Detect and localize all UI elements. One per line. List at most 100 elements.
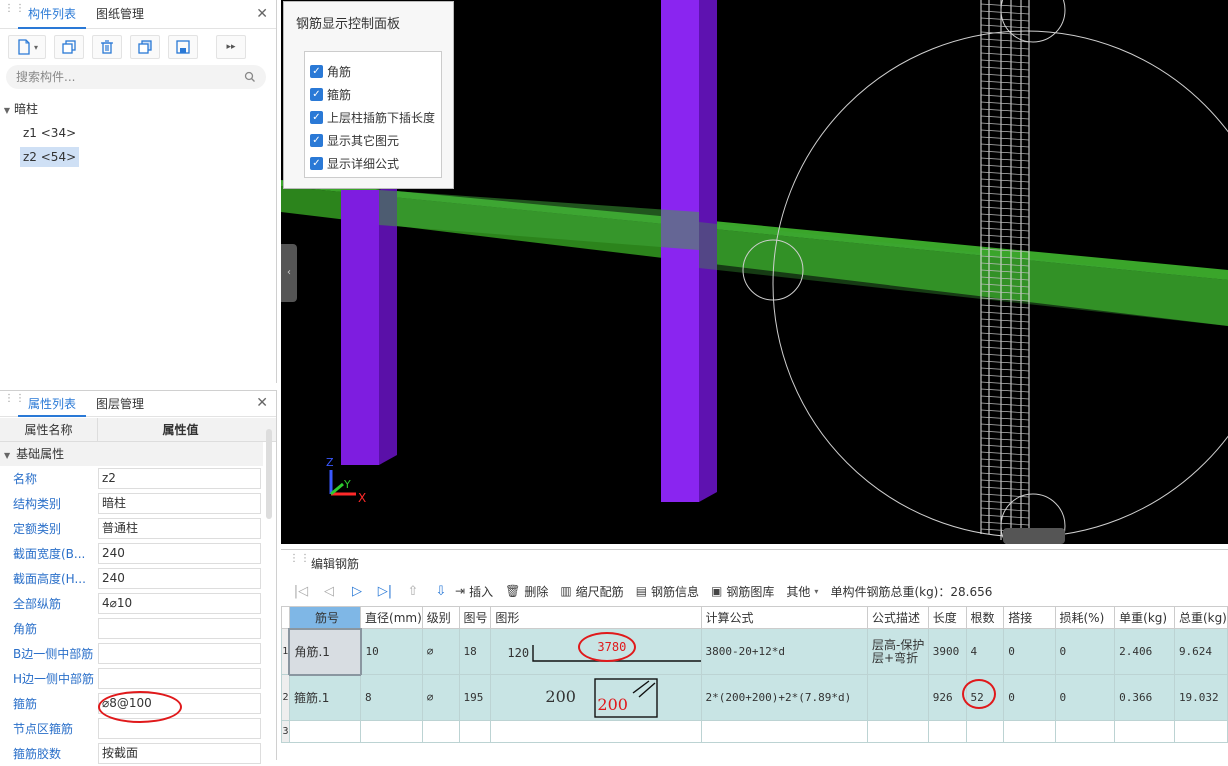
table-cell-desc[interactable] bbox=[867, 720, 929, 743]
tab-component-list[interactable]: 构件列表 bbox=[18, 0, 87, 29]
first-icon[interactable]: |◁ bbox=[287, 584, 315, 599]
property-value-field[interactable]: 4⌀10 bbox=[98, 593, 261, 614]
tab-property-list[interactable]: 属性列表 bbox=[18, 391, 87, 417]
new-component-button[interactable]: ▾ bbox=[8, 35, 46, 59]
table-cell-shape[interactable]: 200 200 bbox=[490, 674, 702, 721]
column-header[interactable]: 单重(kg) bbox=[1114, 606, 1175, 629]
close-icon[interactable]: ✕ bbox=[256, 6, 268, 22]
checkbox-checked-icon[interactable]: ✓ bbox=[310, 157, 323, 170]
rebar-info-button[interactable]: ▤ 钢筋信息 bbox=[636, 583, 699, 600]
property-value-field[interactable] bbox=[98, 718, 261, 739]
last-icon[interactable]: ▷| bbox=[371, 584, 399, 599]
property-row[interactable]: 箍筋胶数 按截面 bbox=[0, 741, 263, 766]
tree-root[interactable]: ▼ 暗柱 bbox=[0, 97, 276, 121]
table-cell-len[interactable] bbox=[927, 720, 967, 743]
property-value-field[interactable] bbox=[98, 643, 261, 664]
table-cell-formula[interactable]: 3800-20+12*d bbox=[700, 628, 869, 675]
display-option-checkbox[interactable]: ✓ 显示其它图元 bbox=[305, 129, 441, 152]
collapse-left-handle[interactable]: ‹ bbox=[281, 244, 297, 302]
column-header[interactable]: 公式描述 bbox=[867, 606, 929, 629]
next-icon[interactable]: ▷ bbox=[343, 584, 371, 599]
search-icon[interactable] bbox=[244, 71, 256, 83]
delete-button[interactable]: 🗑 删除 bbox=[505, 583, 548, 600]
table-cell-count[interactable]: 4 bbox=[965, 628, 1005, 675]
table-cell-bar[interactable]: 箍筋.1 bbox=[288, 674, 362, 721]
property-row[interactable]: H边一侧中部筋 bbox=[0, 666, 263, 691]
save-component-button[interactable] bbox=[168, 35, 198, 59]
column-header[interactable]: 搭接 bbox=[1003, 606, 1056, 629]
column-header[interactable]: 总重(kg) bbox=[1173, 606, 1228, 629]
table-row[interactable]: 1 角筋.1 10 ⌀ 18 120 3780 3800-20+12*d 层高-保护层+弯折 39… bbox=[281, 627, 1228, 676]
display-option-checkbox[interactable]: ✓ 角筋 bbox=[305, 60, 441, 83]
property-row[interactable]: 截面高度(H... 240 bbox=[0, 566, 263, 591]
table-cell-formula[interactable]: 2*(200+200)+2*(7.89*d) bbox=[700, 674, 869, 721]
property-value-field[interactable] bbox=[98, 668, 261, 689]
column-header[interactable]: 长度 bbox=[927, 606, 967, 629]
table-cell-lap[interactable]: 0 bbox=[1003, 674, 1056, 721]
column-header[interactable]: 级别 bbox=[421, 606, 460, 629]
column-header[interactable]: 直径(mm) bbox=[360, 606, 423, 629]
table-cell-loss[interactable] bbox=[1054, 720, 1116, 743]
tab-drawing-management[interactable]: 图纸管理 bbox=[86, 0, 154, 29]
scale-rebar-button[interactable]: ▥ 缩尺配筋 bbox=[560, 583, 623, 600]
caret-down-icon[interactable]: ▼ bbox=[4, 451, 10, 460]
property-value-field[interactable]: 按截面 bbox=[98, 743, 261, 764]
table-cell-dia[interactable]: 10 bbox=[360, 628, 423, 675]
property-row[interactable]: 节点区箍筋 bbox=[0, 716, 263, 741]
table-cell-count[interactable]: 52 bbox=[965, 674, 1005, 721]
table-cell-grade[interactable]: ⌀ bbox=[421, 674, 460, 721]
checkbox-checked-icon[interactable]: ✓ bbox=[310, 111, 323, 124]
caret-down-icon[interactable]: ▼ bbox=[0, 99, 14, 123]
search-input[interactable] bbox=[16, 70, 244, 84]
property-scrollbar[interactable] bbox=[266, 429, 272, 519]
drag-grip-icon[interactable]: ⋮⋮ bbox=[4, 4, 25, 22]
column-header[interactable]: 根数 bbox=[965, 606, 1005, 629]
drag-grip-icon[interactable]: ⋮⋮ bbox=[4, 393, 25, 412]
tree-item-z2[interactable]: z2 <54> bbox=[20, 147, 80, 167]
checkbox-checked-icon[interactable]: ✓ bbox=[310, 65, 323, 78]
property-value-field[interactable]: z2 bbox=[98, 468, 261, 489]
table-cell-len[interactable]: 3900 bbox=[927, 628, 967, 675]
table-cell-unit[interactable]: 2.406 bbox=[1114, 628, 1175, 675]
table-cell-lap[interactable] bbox=[1003, 720, 1056, 743]
table-cell-shape[interactable] bbox=[490, 720, 702, 743]
table-cell-loss[interactable]: 0 bbox=[1054, 674, 1116, 721]
table-cell-total[interactable]: 19.032 bbox=[1173, 674, 1228, 721]
table-cell-bar[interactable]: 角筋.1 bbox=[288, 627, 362, 676]
table-cell-total[interactable]: 9.624 bbox=[1173, 628, 1228, 675]
table-cell-fig[interactable]: 195 bbox=[458, 674, 492, 721]
display-option-checkbox[interactable]: ✓ 箍筋 bbox=[305, 83, 441, 106]
rebar-library-button[interactable]: ▣ 钢筋图库 bbox=[711, 583, 774, 600]
property-row[interactable]: 全部纵筋 4⌀10 bbox=[0, 591, 263, 616]
property-value-field[interactable]: 普通柱 bbox=[98, 518, 261, 539]
move-up-icon[interactable]: ⇧ bbox=[399, 584, 427, 599]
column-header[interactable]: 损耗(%) bbox=[1054, 606, 1116, 629]
column-header[interactable]: 图号 bbox=[458, 606, 492, 629]
property-row[interactable]: 角筋 bbox=[0, 616, 263, 641]
table-row[interactable]: 3 bbox=[281, 720, 1228, 743]
3d-viewport[interactable]: Z Y X ‹ 钢筋显示控制面板 ✓ 角筋 ✓ 箍筋 ✓ 上层柱插筋下插长度 ✓ 显示其它图元… bbox=[281, 0, 1228, 544]
checkbox-checked-icon[interactable]: ✓ bbox=[310, 88, 323, 101]
property-row[interactable]: B边一侧中部筋 bbox=[0, 641, 263, 666]
tree-item-z1[interactable]: z1 <34> bbox=[20, 123, 79, 143]
table-cell-dia[interactable] bbox=[360, 720, 423, 743]
drag-grip-icon[interactable]: ⋮⋮ bbox=[289, 554, 310, 572]
table-cell-fig[interactable]: 18 bbox=[458, 628, 492, 675]
table-cell-fig[interactable] bbox=[458, 720, 492, 743]
table-row[interactable]: 2 箍筋.1 8 ⌀ 195 200 200 2*(200+200)+2*(7.89*d) 92… bbox=[281, 674, 1228, 721]
display-option-checkbox[interactable]: ✓ 显示详细公式 bbox=[305, 152, 441, 175]
insert-button[interactable]: ⇥ 插入 bbox=[455, 583, 493, 600]
property-group-basic[interactable]: ▼ 基础属性 bbox=[0, 442, 263, 466]
property-value-field[interactable]: 240 bbox=[98, 543, 261, 564]
column-header[interactable]: 计算公式 bbox=[700, 606, 869, 629]
property-value-field[interactable]: ⌀8@100 bbox=[98, 693, 261, 714]
property-row[interactable]: 名称 z2 bbox=[0, 466, 263, 491]
table-cell-bar[interactable] bbox=[288, 720, 362, 743]
table-cell-len[interactable]: 926 bbox=[927, 674, 967, 721]
property-value-field[interactable]: 240 bbox=[98, 568, 261, 589]
property-value-field[interactable]: 暗柱 bbox=[98, 493, 261, 514]
table-cell-grade[interactable] bbox=[421, 720, 460, 743]
more-button[interactable]: ▸▸ bbox=[216, 35, 246, 59]
table-cell-desc[interactable] bbox=[867, 674, 929, 721]
table-cell-desc[interactable]: 层高-保护层+弯折 bbox=[867, 628, 929, 675]
